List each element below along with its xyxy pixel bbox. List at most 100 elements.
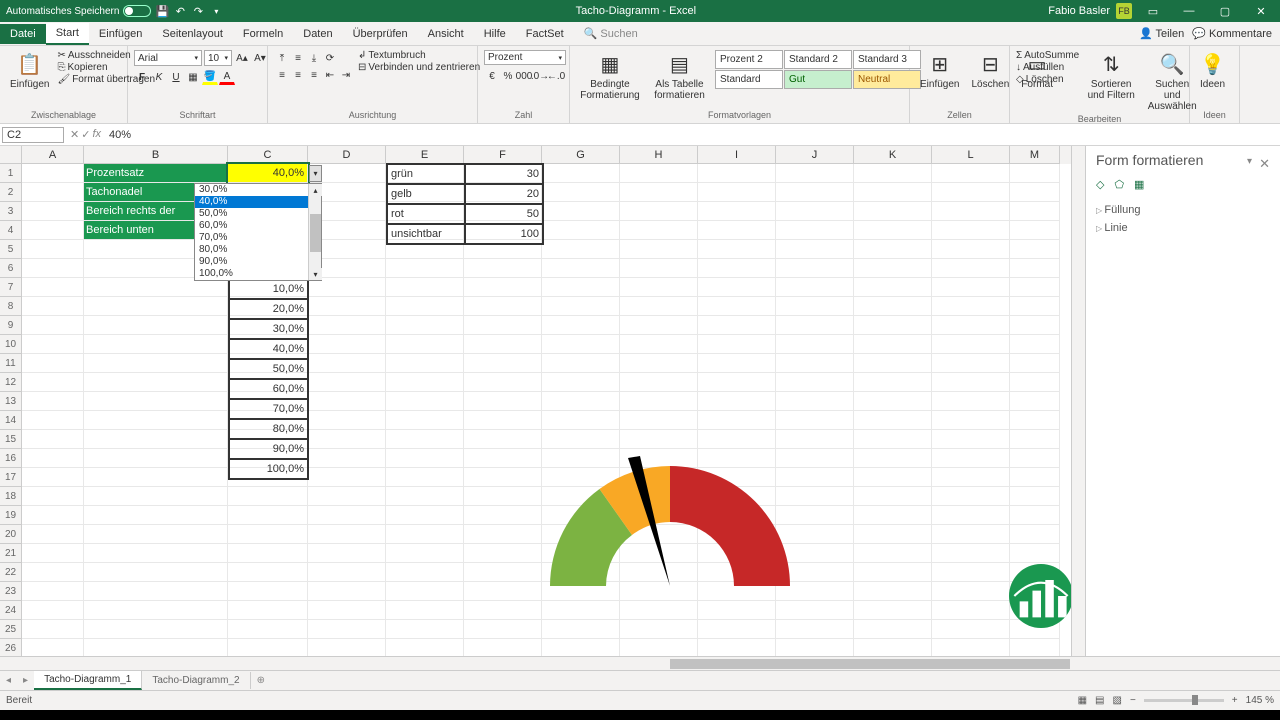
col-header-E[interactable]: E [386,146,464,164]
row-header-26[interactable]: 26 [0,639,22,656]
cell-f4[interactable]: 50 [465,204,543,224]
fx-cancel-icon[interactable]: ✕ [70,128,79,141]
autosave-toggle[interactable]: Automatisches Speichern [6,5,151,17]
select-all-corner[interactable] [0,146,22,164]
dropdown-option[interactable]: 30,0% [195,184,308,196]
fx-icon[interactable]: fx [92,128,101,141]
bold-icon[interactable]: F [134,69,150,85]
tab-prev-icon[interactable]: ◂ [0,675,17,686]
row-header-16[interactable]: 16 [0,449,22,468]
grow-font-icon[interactable]: A▴ [234,50,250,66]
row-header-7[interactable]: 7 [0,278,22,297]
zoom-slider[interactable] [1144,699,1224,702]
menu-factset[interactable]: FactSet [516,24,574,44]
cell-c9[interactable]: 20,0% [229,299,308,319]
row-header-21[interactable]: 21 [0,544,22,563]
dropdown-option[interactable]: 40,0% [195,196,308,208]
view-pagelayout-icon[interactable]: ▤ [1095,695,1104,706]
row-header-12[interactable]: 12 [0,373,22,392]
currency-icon[interactable]: € [484,68,500,84]
align-mid-icon[interactable]: ≡ [290,50,306,66]
new-sheet-icon[interactable]: ⊕ [251,675,271,686]
format-as-table-button[interactable]: ▤Als Tabelle formatieren [648,50,711,103]
cell-styles-gallery[interactable]: Prozent 2 Standard 2 Standard 3 Standard… [715,50,921,89]
minimize-icon[interactable]: — [1174,0,1204,22]
menu-insert[interactable]: Einfügen [89,24,152,44]
row-header-22[interactable]: 22 [0,563,22,582]
cell-c16[interactable]: 90,0% [229,439,308,459]
menu-review[interactable]: Überprüfen [343,24,418,44]
fx-accept-icon[interactable]: ✓ [81,128,90,141]
row-header-19[interactable]: 19 [0,506,22,525]
sheet-tab-2[interactable]: Tacho-Diagramm_2 [142,672,250,689]
row-header-25[interactable]: 25 [0,620,22,639]
sidepane-close-icon[interactable]: ✕ [1259,156,1270,172]
fill-color-icon[interactable]: 🪣 [202,69,218,85]
cell-c15[interactable]: 80,0% [229,419,308,439]
row-header-11[interactable]: 11 [0,354,22,373]
col-header-G[interactable]: G [542,146,620,164]
cell-e5[interactable]: unsichtbar [387,224,465,244]
cell-f2[interactable]: 30 [465,164,543,184]
align-bot-icon[interactable]: ⤓ [306,50,322,66]
cell-c11[interactable]: 40,0% [229,339,308,359]
row-header-20[interactable]: 20 [0,525,22,544]
indent-inc-icon[interactable]: ⇥ [338,67,354,83]
menu-formulas[interactable]: Formeln [233,24,293,44]
border-icon[interactable]: ▦ [185,69,201,85]
sidepane-options-icon[interactable]: ▾ [1247,156,1252,167]
clear-button[interactable]: ◇ Löschen [1016,74,1079,85]
share-button[interactable]: 👤 Teilen [1139,27,1184,40]
align-center-icon[interactable]: ≡ [290,67,306,83]
dropdown-option[interactable]: 60,0% [195,220,308,232]
gauge-chart[interactable] [540,436,800,596]
cell-f5[interactable]: 100 [465,224,543,244]
data-validation-dropdown-button[interactable]: ▾ [309,165,322,182]
size-tab-icon[interactable]: ▦ [1134,178,1144,191]
col-header-B[interactable]: B [84,146,228,164]
row-header-15[interactable]: 15 [0,430,22,449]
undo-icon[interactable]: ↶ [173,4,187,18]
view-pagebreak-icon[interactable]: ▧ [1113,695,1122,706]
row-header-13[interactable]: 13 [0,392,22,411]
dropdown-option[interactable]: 90,0% [195,256,308,268]
col-header-H[interactable]: H [620,146,698,164]
autosum-button[interactable]: Σ AutoSumme [1016,50,1079,61]
cell-f3[interactable]: 20 [465,184,543,204]
shrink-font-icon[interactable]: A▾ [252,50,268,66]
row-header-18[interactable]: 18 [0,487,22,506]
menu-help[interactable]: Hilfe [474,24,516,44]
vertical-scrollbar[interactable] [1071,146,1085,656]
merge-center-button[interactable]: ⊟ Verbinden und zentrieren [358,62,480,73]
data-validation-list[interactable]: 30,0%40,0%50,0%60,0%70,0%80,0%90,0%100,0… [194,183,322,281]
thousands-icon[interactable]: 000 [516,68,532,84]
cell-c14[interactable]: 70,0% [229,399,308,419]
zoom-in-icon[interactable]: + [1232,695,1238,706]
italic-icon[interactable]: K [151,69,167,85]
row-header-2[interactable]: 2 [0,183,22,202]
effects-tab-icon[interactable]: ⬠ [1114,178,1124,191]
col-header-I[interactable]: I [698,146,776,164]
menu-view[interactable]: Ansicht [418,24,474,44]
row-header-8[interactable]: 8 [0,297,22,316]
align-left-icon[interactable]: ≡ [274,67,290,83]
dropdown-option[interactable]: 50,0% [195,208,308,220]
dropdown-option[interactable]: 70,0% [195,232,308,244]
cell-c10[interactable]: 30,0% [229,319,308,339]
number-format-combo[interactable]: Prozent▾ [484,50,566,65]
orientation-icon[interactable]: ⟳ [322,50,338,66]
scroll-up-icon[interactable]: ▴ [309,184,322,196]
underline-icon[interactable]: U [168,69,184,85]
fill-button[interactable]: ↓ Ausfüllen [1016,62,1079,73]
line-section[interactable]: Linie [1096,219,1270,237]
cell-c8[interactable]: 10,0% [229,279,308,299]
sort-filter-button[interactable]: ⇅Sortieren und Filtern [1083,50,1139,103]
indent-dec-icon[interactable]: ⇤ [322,67,338,83]
col-header-J[interactable]: J [776,146,854,164]
scroll-thumb[interactable] [310,214,321,252]
maximize-icon[interactable]: ▢ [1210,0,1240,22]
tab-next-icon[interactable]: ▸ [17,675,34,686]
percent-icon[interactable]: % [500,68,516,84]
formula-input[interactable]: 40% [105,128,1280,142]
dec-decimal-icon[interactable]: ←.0 [548,68,564,84]
